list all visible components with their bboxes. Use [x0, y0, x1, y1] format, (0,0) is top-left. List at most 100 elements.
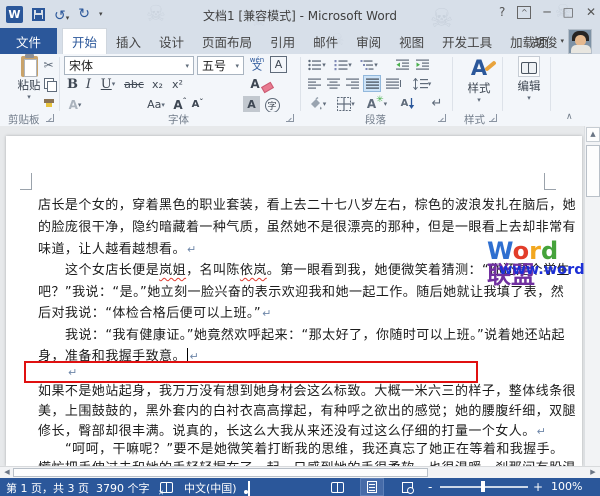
scroll-right-button[interactable]: ▶ [587, 467, 599, 478]
shading-button[interactable]: ▾ [305, 95, 329, 112]
print-layout-button[interactable] [361, 479, 383, 495]
tab-开始[interactable]: 开始 [62, 28, 107, 54]
character-shading-button[interactable]: A [243, 96, 260, 113]
read-mode-button[interactable] [326, 479, 348, 495]
zoom-in-button[interactable]: + [533, 480, 543, 494]
zoom-out-button[interactable]: - [428, 480, 432, 494]
styles-dialog-launcher[interactable] [489, 114, 497, 122]
character-border-button[interactable]: A [270, 56, 287, 73]
horizontal-scrollbar[interactable]: ◀ ▶ [0, 466, 600, 478]
title-bar: ☠ ☠ ☠ ☠ W ↺▾ ↻ ▾ 文档1 [兼容模式] - Microsoft … [0, 0, 600, 28]
macro-record-icon[interactable] [248, 481, 250, 496]
phonetic-guide-button[interactable]: wén 文 [247, 55, 267, 75]
align-left-button[interactable] [306, 76, 323, 91]
italic-button[interactable]: I [83, 76, 94, 92]
copy-icon [44, 78, 55, 90]
borders-button[interactable]: ▾ [333, 95, 359, 112]
tab-审阅[interactable]: 审阅 [347, 28, 390, 54]
cut-button[interactable]: ✂ [40, 57, 57, 73]
align-right-button[interactable] [344, 76, 361, 91]
scroll-up-button[interactable]: ▲ [586, 127, 600, 142]
tab-视图[interactable]: 视图 [390, 28, 433, 54]
text-line[interactable]: 后对我说：“体检合格后便可以上班。”↵ [38, 305, 578, 322]
change-case-button[interactable]: Aa▾ [144, 96, 168, 113]
read-mode-icon [331, 482, 344, 492]
minimize-button[interactable]: ─ [543, 3, 550, 21]
font-dialog-launcher[interactable] [286, 114, 294, 122]
numbering-button[interactable]: ▾ [332, 57, 354, 72]
ribbon-display-options-button[interactable]: ^ [517, 6, 531, 19]
paste-icon [21, 56, 38, 77]
text-line[interactable]: 的脸庞很干净，隐约暗藏着一种气质，虽然她不是很漂亮的那种，但是一眼看上去却非常有 [38, 219, 578, 236]
paragraph-dialog-launcher[interactable] [438, 114, 446, 122]
status-bar: 第 1 页，共 3 页 3790 个字 ✕ 中文(中国) - + 100% [0, 478, 600, 496]
line-spacing-button[interactable]: ▾ [410, 75, 434, 92]
text-line[interactable]: 修长，臀部却很丰满。说真的，长这么大我从来还没有过这么仔细的打量一个女人。↵ [38, 423, 578, 440]
web-layout-button[interactable] [396, 479, 418, 495]
show-formatting-marks-button[interactable]: ↵ [428, 95, 446, 112]
zoom-slider-thumb[interactable] [481, 481, 485, 492]
superscript-button[interactable]: x² [169, 76, 186, 92]
justify-button[interactable] [363, 75, 381, 92]
strikethrough-button[interactable]: abc [122, 76, 146, 92]
text-run: 美，上围鼓鼓的，黑外套内的白衬衣高高撑起，有种呼之欲出的感觉；她的腰腹纤细，双腿 [38, 404, 576, 419]
text-effects-button[interactable]: A▾ [64, 96, 86, 113]
sort-button[interactable]: A [398, 95, 418, 112]
bold-button[interactable]: B [66, 76, 79, 92]
copy-button[interactable] [42, 76, 56, 91]
user-account[interactable]: 胡俊▾ [532, 28, 564, 54]
font-name-combobox[interactable]: 宋体▾ [64, 56, 194, 75]
grow-font-button[interactable]: Aˆ [172, 96, 188, 113]
close-button[interactable]: ✕ [586, 3, 596, 21]
text-run: ，名叫陈 [186, 263, 240, 278]
decrease-indent-button[interactable] [394, 57, 412, 72]
paragraph-mark: ↵ [262, 307, 272, 320]
scroll-left-button[interactable]: ◀ [1, 467, 13, 478]
subscript-button[interactable]: x₂ [149, 76, 166, 92]
clipboard-dialog-launcher[interactable] [46, 114, 54, 122]
ribbon-tabs: 开始插入设计页面布局引用邮件审阅视图开发工具加载项 [62, 28, 557, 54]
enclose-characters-button[interactable]: 字 [264, 97, 280, 113]
text-line[interactable]: 如果不是她站起身，我万万没有想到她身材会这么标致。大概一米六三的样子，整体线条很 [38, 383, 578, 400]
vertical-scrollbar[interactable]: ▲ [584, 126, 600, 466]
asian-layout-button[interactable]: A✳ ▾ [364, 95, 390, 112]
text-line[interactable]: “呵呵，干嘛呢？”要不是她微笑着打断我的思维，我还真忘了她正在等着和我握手。 [38, 441, 578, 458]
tab-邮件[interactable]: 邮件 [304, 28, 347, 54]
multilevel-list-button[interactable]: ▾ [358, 57, 380, 72]
tab-开发工具[interactable]: 开发工具 [433, 28, 501, 54]
ribbon-group-labels: 剪贴板 字体 段落 样式 ∧ [0, 112, 600, 126]
horizontal-scrollbar-thumb[interactable] [13, 468, 428, 477]
watermark-letter: d [541, 237, 558, 265]
user-avatar[interactable] [568, 29, 592, 54]
clear-formatting-button[interactable]: A [244, 76, 266, 92]
document-page[interactable]: 店长是个女的，穿着黑色的职业套装，看上去二十七八岁左右，棕色的波浪发扎在脑后，她… [6, 136, 582, 466]
zoom-level[interactable]: 100% [551, 480, 582, 493]
bullets-button[interactable]: ▾ [306, 57, 328, 72]
styles-button[interactable]: A 样式 ▾ [456, 56, 502, 112]
format-painter-button[interactable] [42, 95, 56, 110]
vertical-scrollbar-thumb[interactable] [586, 145, 600, 197]
maximize-button[interactable]: □ [563, 3, 574, 21]
annotation-red-box: ↵ [24, 361, 478, 383]
tab-引用[interactable]: 引用 [261, 28, 304, 54]
text-line[interactable]: 美，上围鼓鼓的，黑外套内的白衬衣高高撑起，有种呼之欲出的感觉；她的腰腹纤细，双腿 [38, 403, 578, 420]
page-indicator[interactable]: 第 1 页，共 3 页 [6, 480, 89, 496]
increase-indent-button[interactable] [414, 57, 432, 72]
tab-页面布局[interactable]: 页面布局 [193, 28, 261, 54]
editing-button[interactable]: 编辑 ▾ [506, 56, 552, 112]
tab-file[interactable]: 文件 [0, 28, 57, 54]
word-count[interactable]: 3790 个字 [96, 480, 150, 496]
collapse-ribbon-button[interactable]: ∧ [566, 112, 573, 122]
language-indicator[interactable]: 中文(中国) [184, 480, 237, 496]
align-center-button[interactable] [325, 76, 342, 91]
text-line[interactable]: 我说：“我有健康证。”她竟然欢呼起来：“那太好了，你随时可以上班。”说着她还站起 [38, 327, 578, 344]
tab-设计[interactable]: 设计 [150, 28, 193, 54]
underline-button[interactable]: U▾ [97, 76, 119, 92]
text-line[interactable]: 店长是个女的，穿着黑色的职业套装，看上去二十七八岁左右，棕色的波浪发扎在脑后，她 [38, 197, 578, 214]
distribute-button[interactable] [384, 76, 403, 91]
font-size-combobox[interactable]: 五号▾ [197, 56, 244, 75]
help-button[interactable]: ? [499, 3, 505, 21]
tab-插入[interactable]: 插入 [107, 28, 150, 54]
text-run: 我说：“我有健康证。”她竟然欢呼起来：“那太好了，你随时可以上班。”说着她还站起 [65, 328, 565, 343]
shrink-font-button[interactable]: Aˇ [190, 96, 205, 113]
